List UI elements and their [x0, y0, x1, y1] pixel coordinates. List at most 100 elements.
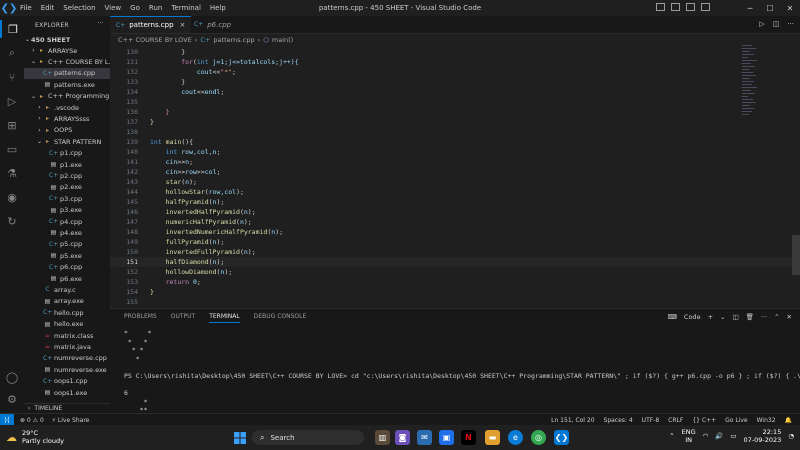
github-icon[interactable]: ◉: [0, 188, 24, 206]
code-line[interactable]: 135: [110, 97, 800, 107]
tree-file[interactable]: C+ p4.cpp: [24, 216, 110, 227]
tab-terminal[interactable]: TERMINAL: [209, 313, 240, 323]
code-line[interactable]: 153 return 0;: [110, 277, 800, 287]
search-icon[interactable]: ⌕: [0, 44, 24, 62]
problems-count[interactable]: ⊗ 0 ⚠ 0: [20, 417, 44, 424]
tab-debug-console[interactable]: DEBUG CONSOLE: [254, 313, 307, 323]
store-icon[interactable]: ▣: [439, 430, 454, 445]
tree-file[interactable]: ▤ p3.exe: [24, 205, 110, 216]
tree-file[interactable]: ▤ array.exe: [24, 296, 110, 307]
run-code-icon[interactable]: ▷: [759, 20, 764, 28]
tree-file[interactable]: C+ hello.cpp: [24, 307, 110, 318]
tree-file[interactable]: C+ p2.cpp: [24, 170, 110, 181]
input-language[interactable]: ENG IN: [682, 428, 696, 444]
menu-selection[interactable]: Selection: [63, 4, 95, 12]
go-live[interactable]: Go Live: [725, 417, 747, 424]
code-line[interactable]: 137}: [110, 117, 800, 127]
teams-icon[interactable]: ◙: [395, 430, 410, 445]
code-line[interactable]: 140 int row,col,n;: [110, 147, 800, 157]
toggle-panel-icon[interactable]: [671, 3, 680, 11]
tree-folder[interactable]: ⌄ ▸ STAR PATTERN: [24, 136, 110, 147]
tree-folder[interactable]: ⌄ ▸ C++ Programming: [24, 91, 110, 102]
minimize-icon[interactable]: ─: [740, 4, 760, 13]
close-panel-icon[interactable]: ✕: [787, 313, 792, 321]
code-line[interactable]: 131 for(int j=1;j<=totalcols;j++){: [110, 57, 800, 67]
terminal-name[interactable]: Code: [684, 313, 701, 321]
chevron-down-icon[interactable]: ⌄: [720, 313, 725, 321]
encoding[interactable]: UTF-8: [642, 417, 660, 424]
split-editor-icon[interactable]: ◫: [773, 20, 780, 28]
indentation[interactable]: Spaces: 4: [604, 417, 633, 424]
code-line[interactable]: 155: [110, 297, 800, 305]
tree-file[interactable]: ▤ p6.exe: [24, 273, 110, 284]
explorer-icon[interactable]: ❐: [0, 20, 24, 38]
menu-run[interactable]: Run: [149, 4, 162, 12]
close-icon[interactable]: ✕: [780, 4, 800, 13]
remote-explorer-icon[interactable]: ▭: [0, 140, 24, 158]
battery-icon[interactable]: ▭: [730, 432, 736, 440]
menu-help[interactable]: Help: [210, 4, 226, 12]
code-line[interactable]: 141 cin >> n;: [110, 157, 800, 167]
tree-file[interactable]: ▤ p2.exe: [24, 182, 110, 193]
tab-p6-cpp[interactable]: C+ p6.cpp: [188, 16, 237, 33]
menu-view[interactable]: View: [105, 4, 122, 12]
breadcrumb-file[interactable]: patterns.cpp: [213, 36, 254, 44]
tree-folder[interactable]: › ▸ .vscode: [24, 102, 110, 113]
tree-file[interactable]: C+ p1.cpp: [24, 148, 110, 159]
code-line[interactable]: 147 numericHalfPyramid(n);: [110, 217, 800, 227]
volume-icon[interactable]: 🔊: [715, 432, 723, 440]
maximize-icon[interactable]: ☐: [760, 4, 780, 13]
code-editor[interactable]: 130} 131 for(int j=1;j<=totalcols;j++){132…: [110, 45, 800, 305]
tree-file[interactable]: C+ patterns.cpp: [24, 67, 110, 79]
run-debug-icon[interactable]: ▷: [0, 92, 24, 110]
menu-file[interactable]: File: [20, 4, 32, 12]
tree-file[interactable]: C+ oops1.cpp: [24, 376, 110, 387]
breadcrumb-folder[interactable]: C++ COURSE BY LOVE: [118, 36, 192, 44]
language-mode[interactable]: {} C++: [692, 417, 716, 424]
testing-icon[interactable]: ⚗: [0, 164, 24, 182]
tab-problems[interactable]: PROBLEMS: [124, 313, 157, 323]
code-line[interactable]: 133}: [110, 77, 800, 87]
maximize-panel-icon[interactable]: ⌃: [774, 313, 779, 321]
tree-file[interactable]: ▤ p1.exe: [24, 159, 110, 170]
mail-icon[interactable]: ✉: [417, 430, 432, 445]
toggle-secondary-sidebar-icon[interactable]: [686, 3, 695, 11]
tree-folder[interactable]: › ▸ ARRAYSsss: [24, 113, 110, 124]
tree-file[interactable]: C+ numreverse.cpp: [24, 353, 110, 364]
timeline-section[interactable]: › TIMELINE: [24, 403, 110, 413]
kill-terminal-icon[interactable]: 🗑: [746, 313, 754, 321]
tab-close-icon[interactable]: ×: [180, 21, 186, 29]
breadcrumb-symbol[interactable]: main(): [272, 36, 293, 44]
code-line[interactable]: 146 invertedHalfPyramid(n);: [110, 207, 800, 217]
new-terminal-icon[interactable]: +: [708, 313, 713, 321]
extensions-icon[interactable]: ⊞: [0, 116, 24, 134]
clock[interactable]: 22:15 07-09-2023: [744, 428, 782, 444]
code-line[interactable]: 148 invertedNumericHalfPyramid(n);: [110, 227, 800, 237]
menu-edit[interactable]: Edit: [41, 4, 55, 12]
manage-gear-icon[interactable]: ⚙: [0, 390, 24, 408]
code-line[interactable]: 132 cout << "*";: [110, 67, 800, 77]
weather-widget[interactable]: ☁ 29°C Partly cloudy: [6, 429, 64, 445]
customize-layout-icon[interactable]: [701, 3, 710, 11]
notifications-bell-icon[interactable]: 🔔: [785, 417, 792, 424]
more-actions-icon[interactable]: ···: [787, 20, 794, 28]
taskbar-search[interactable]: ⌕ Search: [252, 430, 364, 445]
code-line[interactable]: 149 fullPyramid(n);: [110, 237, 800, 247]
windows-start-icon[interactable]: [232, 430, 247, 445]
netflix-icon[interactable]: N: [461, 430, 476, 445]
tree-file[interactable]: ▤ numreverse.exe: [24, 364, 110, 375]
cursor-position[interactable]: Ln 151, Col 20: [551, 417, 594, 424]
tree-file[interactable]: ▤ patterns.exe: [24, 79, 110, 90]
code-line[interactable]: 136}: [110, 107, 800, 117]
tree-file[interactable]: ▤ p4.exe: [24, 227, 110, 238]
vscode-taskbar-icon[interactable]: ❮❯: [554, 430, 569, 445]
tab-output[interactable]: OUTPUT: [171, 313, 195, 323]
code-line[interactable]: 142 cin >> row >> col;: [110, 167, 800, 177]
tree-folder[interactable]: › ▸ ARRAYSe: [24, 45, 110, 56]
tree-file[interactable]: Carray.c: [24, 284, 110, 295]
chevron-up-icon[interactable]: ⌃: [669, 432, 674, 440]
tree-file[interactable]: ☕ matrix.java: [24, 341, 110, 352]
more-actions-icon[interactable]: ···: [97, 20, 104, 27]
account-icon[interactable]: ◯: [0, 368, 24, 386]
code-line[interactable]: 144 hollowStar(row,col);: [110, 187, 800, 197]
